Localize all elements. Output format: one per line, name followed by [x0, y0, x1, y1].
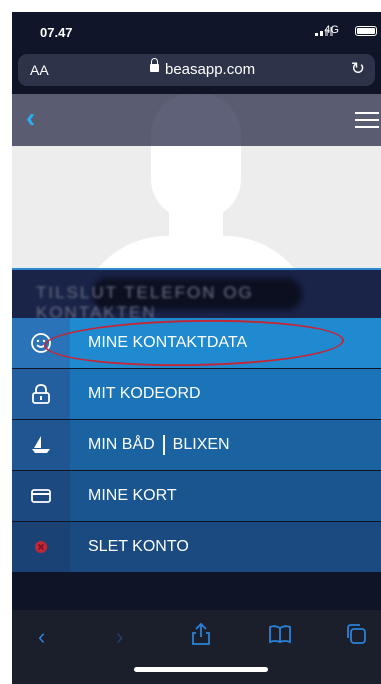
back-button[interactable]: ‹	[38, 624, 45, 650]
card-icon	[12, 471, 70, 521]
boat-name: BLIXEN	[172, 436, 230, 454]
forward-button[interactable]: ›	[116, 624, 123, 650]
menu-item-label: MIT KODEORD	[88, 385, 201, 402]
menu-item-label: SLET KONTO	[88, 538, 189, 555]
status-time: 07.47	[40, 25, 73, 40]
profile-picture[interactable]	[12, 146, 381, 268]
text-size-button[interactable]: AA	[30, 62, 49, 78]
status-bar: 07.47 4G	[12, 12, 381, 52]
hamburger-menu-icon[interactable]	[355, 112, 379, 133]
network-label: 4G	[324, 24, 339, 36]
address-bar[interactable]: AA beasapp.com ↻	[18, 54, 375, 86]
battery-icon	[355, 26, 377, 36]
phone-screen: 07.47 4G AA beasapp.com ↻ ‹ TILSLUT TELE…	[12, 12, 381, 684]
lock-icon	[12, 369, 70, 419]
browser-toolbar: ‹ ›	[12, 610, 381, 684]
menu-item-label: MIN BÅD BLIXEN	[70, 435, 230, 455]
book-icon[interactable]	[268, 624, 292, 650]
menu-item-delete-account[interactable]: SLET KONTO	[12, 522, 381, 572]
share-icon[interactable]	[190, 622, 212, 652]
page-title: TILSLUT TELEFON OG KONTAKTEN	[36, 283, 254, 322]
tabs-icon[interactable]	[344, 622, 368, 652]
url-text[interactable]: beasapp.com	[165, 61, 255, 78]
avatar-body	[77, 236, 315, 268]
home-indicator	[134, 667, 268, 672]
boat-label: MIN BÅD	[88, 436, 155, 454]
back-chevron-icon[interactable]: ‹	[26, 104, 35, 132]
page-title-bar: TILSLUT TELEFON OG KONTAKTEN	[12, 268, 381, 322]
separator	[162, 435, 165, 455]
reload-icon[interactable]: ↻	[351, 59, 365, 79]
menu-item-my-cards[interactable]: MINE KORT	[12, 471, 381, 521]
menu-item-label: MINE KORT	[88, 487, 177, 504]
sailboat-icon	[12, 420, 70, 470]
delete-icon	[12, 522, 70, 572]
lock-icon	[150, 58, 159, 72]
menu-item-my-boat[interactable]: MIN BÅD BLIXEN	[12, 420, 381, 470]
menu-item-password[interactable]: MIT KODEORD	[12, 369, 381, 419]
